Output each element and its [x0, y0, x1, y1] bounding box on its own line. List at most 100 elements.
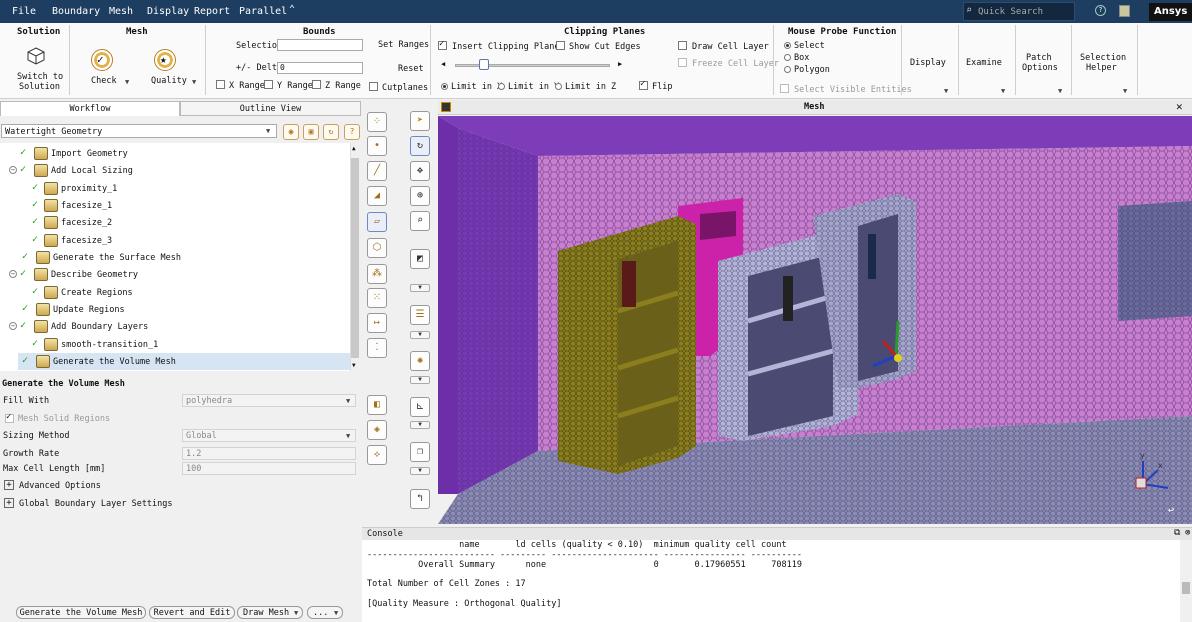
select-face-icon[interactable]: ◢ [367, 186, 387, 206]
tree-node-label[interactable]: Generate the Surface Mesh [53, 253, 181, 263]
menu-report[interactable]: Report [194, 6, 230, 17]
reset-button[interactable]: Reset [398, 64, 424, 74]
sizing-method-select[interactable]: Global [182, 429, 356, 442]
expand-advanced-icon[interactable]: + [4, 480, 14, 490]
set-ranges-button[interactable]: Set Ranges [378, 40, 429, 50]
tree-node-label[interactable]: Add Local Sizing [51, 166, 133, 176]
probe-select-radio[interactable] [784, 42, 791, 49]
menu-display[interactable]: Display [147, 6, 189, 17]
select-object-icon[interactable]: ◧ [367, 395, 387, 415]
selection-helper-button[interactable]: Selection [1080, 53, 1126, 63]
tree-node-label[interactable]: Add Boundary Layers [51, 322, 148, 332]
examine-group-button[interactable]: Examine [966, 58, 1002, 68]
display-mesh-dropdown-icon[interactable]: ▼ [410, 331, 430, 339]
sizing-method-arrow-icon[interactable]: ▼ [346, 432, 350, 440]
console-output[interactable]: name ld cells (quality < 0.10) minimum q… [362, 540, 1180, 622]
tree-node-label[interactable]: Describe Geometry [51, 270, 138, 280]
display-mesh-icon[interactable]: ☰ [410, 305, 430, 325]
cutplanes-checkbox[interactable] [369, 82, 378, 91]
probe-box-radio[interactable] [784, 54, 791, 61]
menu-parallel[interactable]: Parallel [239, 6, 287, 17]
collapse-node-icon[interactable]: − [9, 166, 17, 174]
fit-view-dropdown-icon[interactable]: ▼ [410, 284, 430, 292]
tree-node-label[interactable]: Import Geometry [51, 149, 128, 159]
tree-node-label[interactable]: facesize_2 [61, 218, 112, 228]
tree-node[interactable]: ✓ facesize_2 [0, 215, 350, 232]
close-viewport-icon[interactable]: ✕ [1176, 100, 1183, 113]
tree-node[interactable]: ✓ Generate the Volume Mesh [0, 354, 350, 371]
collapse-ribbon-icon[interactable]: ⌃ [289, 4, 295, 15]
help-icon[interactable]: ? [1095, 5, 1106, 16]
check-button[interactable]: Check [91, 76, 117, 86]
draw-cell-layer-checkbox[interactable] [678, 41, 687, 50]
select-solid-icon[interactable]: ◈ [367, 420, 387, 440]
revert-and-edit-button[interactable]: Revert and Edit [149, 606, 235, 619]
select-cells-icon[interactable]: ⁂ [367, 264, 387, 284]
x-range-checkbox[interactable] [216, 80, 225, 89]
more-dropdown-icon[interactable]: ▼ [334, 609, 338, 617]
delta-input[interactable]: 0 [277, 62, 363, 74]
tree-node[interactable]: − ✓ Describe Geometry [0, 267, 350, 284]
axes-dropdown-icon[interactable]: ▼ [410, 421, 430, 429]
limit-x-radio[interactable] [441, 83, 448, 90]
fill-with-select[interactable]: polyhedra [182, 394, 356, 407]
quick-search-input[interactable]: Quick Search [963, 2, 1075, 21]
console-scrollbar[interactable] [1180, 540, 1192, 622]
viewport-scroll-icon[interactable]: ↩ [1168, 505, 1174, 516]
tree-node-label[interactable]: facesize_1 [61, 201, 112, 211]
tree-node[interactable]: ✓ Update Regions [0, 302, 350, 319]
workflow-help-icon[interactable]: ? [344, 124, 360, 140]
tree-node[interactable]: − ✓ Add Local Sizing [0, 163, 350, 180]
tree-node[interactable]: ✓ smooth-transition_1 [0, 337, 350, 354]
mesh-quality-dropdown-icon[interactable]: ▼ [410, 376, 430, 384]
selection-helper-button-2[interactable]: Helper [1086, 63, 1117, 73]
console-float-icon[interactable]: ⧉ [1174, 528, 1180, 538]
tree-node[interactable]: ✓ facesize_3 [0, 233, 350, 250]
selection-helper-dropdown-icon[interactable]: ▼ [1123, 87, 1127, 95]
clip-slider-thumb[interactable] [479, 59, 489, 70]
slider-left-icon[interactable]: ◀ [441, 60, 445, 68]
flip-checkbox[interactable] [639, 79, 648, 90]
slider-right-icon[interactable]: ▶ [618, 60, 622, 68]
collapse-node-icon[interactable]: − [9, 322, 17, 330]
undo-view-icon[interactable]: ↰ [410, 489, 430, 509]
tree-node[interactable]: ✓ Create Regions [0, 285, 350, 302]
mesh-quality-icon[interactable]: ✺ [410, 351, 430, 371]
limit-z-radio[interactable] [555, 83, 562, 90]
patch-options-button-2[interactable]: Options [1022, 63, 1058, 73]
select-body-icon[interactable]: ⬡ [367, 238, 387, 258]
select-visible-checkbox[interactable] [780, 84, 789, 93]
scroll-up-icon[interactable]: ▲ [352, 145, 356, 152]
select-nodes-icon[interactable]: ⁙ [367, 288, 387, 308]
global-bl-label[interactable]: Global Boundary Layer Settings [19, 499, 173, 509]
switch-solution-label[interactable]: Switch to [17, 72, 63, 82]
select-grid-icon[interactable]: ⁚ [367, 338, 387, 358]
fit-view-icon[interactable]: ◩ [410, 249, 430, 269]
pan-icon[interactable]: ✥ [410, 161, 430, 181]
select-zone-icon[interactable]: ▱ [367, 212, 387, 232]
tab-outline-view[interactable]: Outline View [180, 101, 361, 116]
workflow-select-arrow-icon[interactable]: ▼ [266, 127, 270, 135]
tree-node[interactable]: ✓ facesize_1 [0, 198, 350, 215]
patch-options-button[interactable]: Patch [1026, 53, 1052, 63]
notes-icon[interactable] [1119, 5, 1130, 17]
quality-button[interactable]: Quality [151, 76, 187, 86]
rotate-icon[interactable]: ↻ [410, 136, 430, 156]
select-arrow-icon[interactable]: ↦ [367, 313, 387, 333]
freeze-cell-layer-checkbox[interactable] [678, 58, 687, 67]
scroll-down-icon[interactable]: ▼ [352, 362, 356, 369]
tree-node-label[interactable]: Generate the Volume Mesh [53, 357, 176, 367]
mesh-solid-checkbox[interactable] [5, 412, 14, 423]
tree-node[interactable]: ✓ proximity_1 [0, 181, 350, 198]
expand-global-bl-icon[interactable]: + [4, 498, 14, 508]
probe-polygon-radio[interactable] [784, 66, 791, 73]
show-cut-edges-checkbox[interactable] [556, 41, 565, 50]
advanced-options-row[interactable]: + Advanced Options [0, 478, 361, 494]
tree-node-label[interactable]: Update Regions [53, 305, 125, 315]
max-cell-input[interactable]: 100 [182, 462, 356, 475]
global-bl-row[interactable]: + Global Boundary Layer Settings [0, 496, 361, 512]
limit-y-radio[interactable] [498, 83, 505, 90]
workflow-tool-icon[interactable]: ◉ [283, 124, 299, 140]
tree-node[interactable]: ✓ Generate the Surface Mesh [0, 250, 350, 267]
insert-clipping-checkbox[interactable] [438, 39, 447, 50]
